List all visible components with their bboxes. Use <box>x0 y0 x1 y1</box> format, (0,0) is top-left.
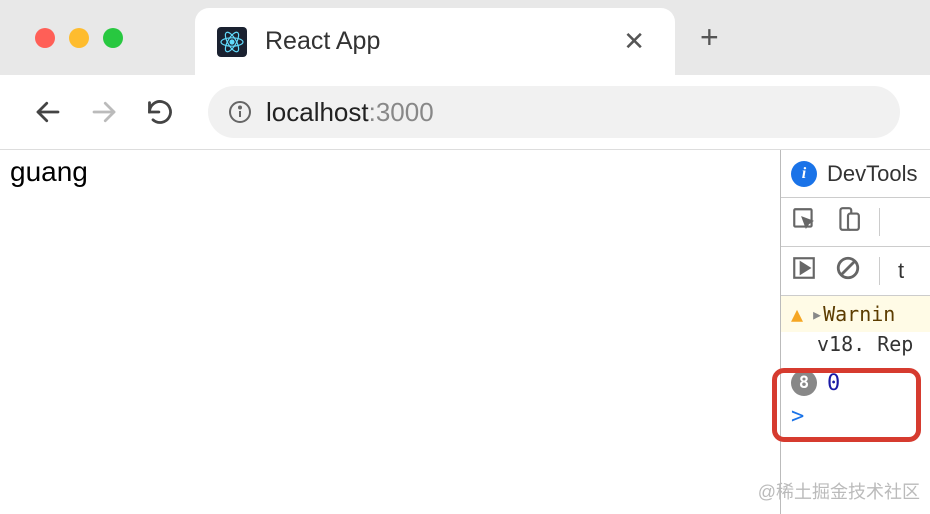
url-text: localhost:3000 <box>266 97 434 128</box>
back-button[interactable] <box>30 94 66 130</box>
repeat-count-badge: 8 <box>791 370 817 396</box>
reload-button[interactable] <box>142 94 178 130</box>
browser-toolbar: localhost:3000 <box>0 75 930 150</box>
page-content: guang <box>0 150 780 514</box>
console-warning[interactable]: ▲ ▸Warnin <box>781 296 930 332</box>
clear-icon[interactable] <box>835 255 861 287</box>
devtools-panel: i DevTools t ▲ ▸Warnin v18. Rep <box>780 150 930 514</box>
device-toggle-icon[interactable] <box>835 206 861 238</box>
element-picker-icon[interactable] <box>791 206 817 238</box>
watermark: @稀土掘金技术社区 <box>758 478 920 504</box>
tab-close-button[interactable]: ✕ <box>615 22 653 61</box>
warning-icon: ▲ <box>791 302 803 326</box>
info-icon: i <box>791 161 817 187</box>
forward-button[interactable] <box>86 94 122 130</box>
console-value: 0 <box>827 371 840 396</box>
traffic-lights <box>35 28 123 48</box>
page-text: guang <box>10 156 88 187</box>
tab-title: React App <box>265 27 597 56</box>
play-icon[interactable] <box>791 255 817 287</box>
close-window-button[interactable] <box>35 28 55 48</box>
devtools-header: i DevTools <box>781 150 930 198</box>
browser-tab[interactable]: React App ✕ <box>195 8 675 75</box>
site-info-icon[interactable] <box>228 100 252 124</box>
warning-text: Warnin <box>823 302 895 326</box>
new-tab-button[interactable]: + <box>700 19 719 56</box>
window-titlebar: React App ✕ + <box>0 0 930 75</box>
maximize-window-button[interactable] <box>103 28 123 48</box>
devtools-title: DevTools <box>827 161 917 187</box>
warning-subtext: v18. Rep <box>781 332 930 362</box>
toolbar-trailing-text: t <box>898 258 904 284</box>
console-prompt[interactable]: > <box>781 404 930 437</box>
console-log-line[interactable]: 8 0 <box>781 362 930 404</box>
devtools-console-bar: t <box>781 247 930 296</box>
address-bar[interactable]: localhost:3000 <box>208 86 900 138</box>
minimize-window-button[interactable] <box>69 28 89 48</box>
react-favicon <box>217 27 247 57</box>
devtools-inspect-bar <box>781 198 930 247</box>
